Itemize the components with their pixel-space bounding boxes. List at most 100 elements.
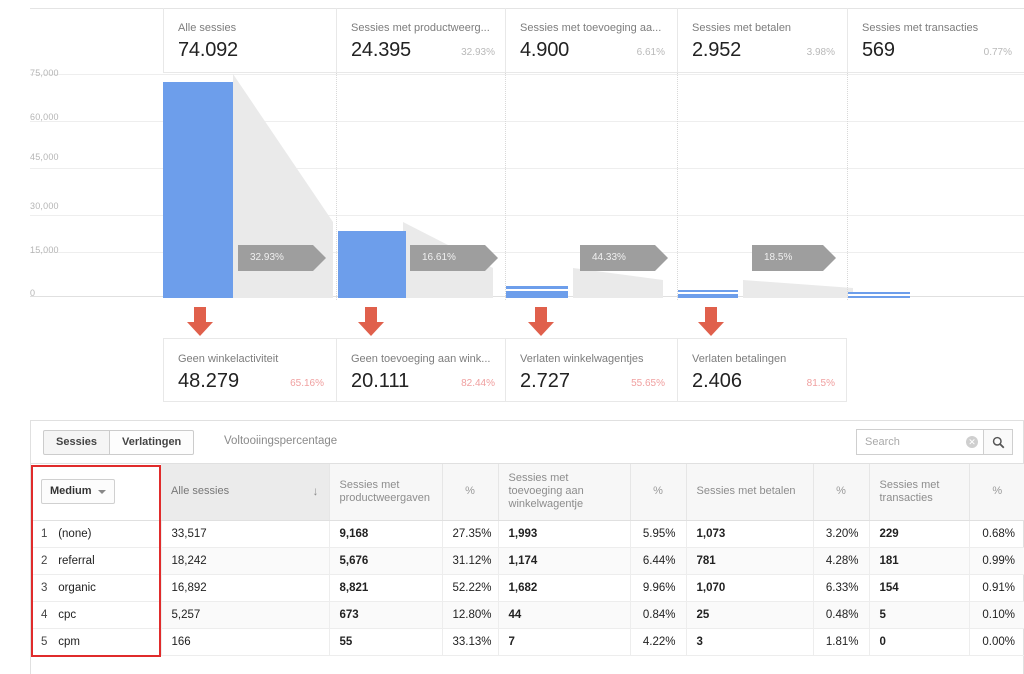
cell-transactions-pct: 0.99% — [969, 547, 1024, 575]
dropoff-arrow-icon — [698, 307, 724, 336]
cell-sessions: 16,892 — [161, 574, 330, 602]
table-row[interactable]: 5 cpm 166 55 33.13% 7 4.22% 3 1.81% 0 0.… — [31, 628, 1024, 656]
cell-product-pct: 52.22% — [442, 574, 499, 602]
card-separator — [505, 8, 506, 72]
row-rank: 4 — [41, 608, 48, 621]
table-toolbar: Sessies Verlatingen Voltooiingspercentag… — [31, 421, 1023, 464]
header-betalen[interactable]: Sessies met betalen — [686, 464, 814, 521]
cell-medium[interactable]: 5 cpm — [31, 628, 162, 656]
dropoff-card-4[interactable]: Verlaten betalingen 81.5% 2.406 — [678, 339, 847, 401]
dropoff-arrow-icon — [528, 307, 554, 336]
dropoff-divider-bottom — [163, 401, 847, 402]
analytics-shopping-behavior-page: 75,000 60,000 45,000 30,000 15,000 0 32.… — [0, 0, 1024, 674]
table-row[interactable]: 3 organic 16,892 8,821 52.22% 1,682 9.96… — [31, 574, 1024, 602]
dimension-selector[interactable]: Medium — [41, 479, 115, 505]
table-row[interactable]: 4 cpc 5,257 673 12.80% 44 0.84% 25 0.48%… — [31, 601, 1024, 629]
cell-sessions: 18,242 — [161, 547, 330, 575]
dropoff-arrow-icon — [187, 307, 213, 336]
step-value: 569 — [862, 39, 895, 61]
cell-transactions-pct: 0.00% — [969, 628, 1024, 656]
ytick-0: 0 — [30, 288, 36, 298]
dropoff-card-1[interactable]: Geen winkelactiviteit 65.16% 48.279 — [164, 339, 336, 401]
search-input-wrapper[interactable]: ✕ — [856, 429, 983, 455]
search-input[interactable] — [863, 430, 963, 454]
row-medium[interactable]: organic — [58, 582, 96, 594]
tab-voltooiingspercentage[interactable]: Voltooiingspercentage — [224, 435, 337, 447]
row-medium[interactable]: referral — [58, 555, 94, 567]
card-separator — [677, 8, 678, 72]
cell-checkout: 1,070 — [686, 574, 814, 602]
funnel-step-card-2[interactable]: Sessies met productweerg... 32.93% 24.39… — [337, 8, 507, 72]
cell-cart-pct: 9.96% — [630, 574, 687, 602]
step-value: 2.952 — [692, 39, 742, 61]
row-rank: 5 — [41, 635, 48, 648]
cell-medium[interactable]: 1 (none) — [31, 520, 162, 548]
table-row[interactable]: 1 (none) 33,517 9,168 27.35% 1,993 5.95%… — [31, 520, 1024, 548]
header-transacties[interactable]: Sessies met transacties — [869, 464, 970, 521]
cell-product-pct: 12.80% — [442, 601, 499, 629]
step-pct: 3.98% — [806, 47, 835, 58]
header-pct-product[interactable]: % — [442, 464, 499, 521]
shopping-funnel-chart: 75,000 60,000 45,000 30,000 15,000 0 32.… — [0, 0, 1024, 404]
dropoff-card-2[interactable]: Geen toevoeging aan wink... 82.44% 20.11… — [337, 339, 507, 401]
ytick-15000: 15,000 — [30, 245, 59, 255]
cell-product: 8,821 — [329, 574, 443, 602]
funnel-step-card-3[interactable]: Sessies met toevoeging aa... 6.61% 4.900 — [506, 8, 677, 72]
row-rank: 2 — [41, 554, 48, 567]
search-icon — [992, 436, 1004, 448]
step-value: 24.395 — [351, 39, 411, 61]
row-medium[interactable]: (none) — [58, 528, 91, 540]
shopping-behavior-table: Medium Alle sessies ↓ Sessies met produc… — [31, 464, 1024, 656]
cell-transactions: 154 — [869, 574, 970, 602]
cell-medium[interactable]: 2 referral — [31, 547, 162, 575]
cell-medium[interactable]: 3 organic — [31, 574, 162, 602]
funnel-step-card-5[interactable]: Sessies met transacties 0.77% 569 — [848, 8, 1024, 72]
funnel-step-card-4[interactable]: Sessies met betalen 3.98% 2.952 — [678, 8, 847, 72]
dropoff-pct: 55.65% — [631, 378, 665, 389]
cell-product: 9,168 — [329, 520, 443, 548]
funnel-bar-checkout — [678, 290, 738, 298]
cell-medium[interactable]: 4 cpc — [31, 601, 162, 629]
bar-nick — [506, 289, 568, 291]
cell-transactions-pct: 0.10% — [969, 601, 1024, 629]
table-row[interactable]: 2 referral 18,242 5,676 31.12% 1,174 6.4… — [31, 547, 1024, 575]
cell-product-pct: 27.35% — [442, 520, 499, 548]
card-separator — [847, 8, 848, 72]
header-alle-sessies[interactable]: Alle sessies ↓ — [161, 464, 330, 521]
header-productweergaven[interactable]: Sessies met productweergaven — [329, 464, 443, 521]
card-separator — [677, 339, 678, 401]
card-separator — [505, 339, 506, 401]
header-pct-checkout[interactable]: % — [813, 464, 870, 521]
conversion-chip-1: 32.93% — [238, 245, 326, 271]
tab-verlatingen[interactable]: Verlatingen — [109, 430, 195, 455]
cell-cart: 7 — [498, 628, 631, 656]
funnel-step-card-1[interactable]: Alle sessies 74.092 — [164, 8, 336, 72]
cell-transactions-pct: 0.91% — [969, 574, 1024, 602]
step-pct: 6.61% — [636, 47, 665, 58]
header-pct-cart[interactable]: % — [630, 464, 687, 521]
search-button[interactable] — [983, 429, 1013, 455]
cell-product-pct: 31.12% — [442, 547, 499, 575]
step-value: 74.092 — [178, 39, 238, 61]
dropoff-arrow-icon — [358, 307, 384, 336]
cell-product: 5,676 — [329, 547, 443, 575]
conversion-chip-4: 18.5% — [752, 245, 836, 271]
cell-sessions: 33,517 — [161, 520, 330, 548]
metric-tab-group: Sessies Verlatingen — [43, 430, 195, 455]
row-medium[interactable]: cpc — [58, 609, 76, 621]
clear-icon[interactable]: ✕ — [966, 436, 978, 448]
dropoff-value: 20.111 — [351, 370, 410, 392]
ytick-30000: 30,000 — [30, 201, 59, 211]
step-title: Sessies met transacties — [862, 22, 979, 34]
dimension-label: Medium — [50, 485, 92, 498]
row-rank: 3 — [41, 581, 48, 594]
step-pct: 0.77% — [983, 47, 1012, 58]
dropoff-card-3[interactable]: Verlaten winkelwagentjes 55.65% 2.727 — [506, 339, 677, 401]
row-medium[interactable]: cpm — [58, 636, 80, 648]
card-separator — [336, 339, 337, 401]
header-pct-transactions[interactable]: % — [969, 464, 1024, 521]
tab-sessies[interactable]: Sessies — [43, 430, 110, 455]
header-toevoeging-winkelwagentje[interactable]: Sessies met toevoeging aan winkelwagentj… — [498, 464, 631, 521]
sort-descending-icon: ↓ — [312, 484, 319, 499]
cell-checkout-pct: 1.81% — [813, 628, 870, 656]
